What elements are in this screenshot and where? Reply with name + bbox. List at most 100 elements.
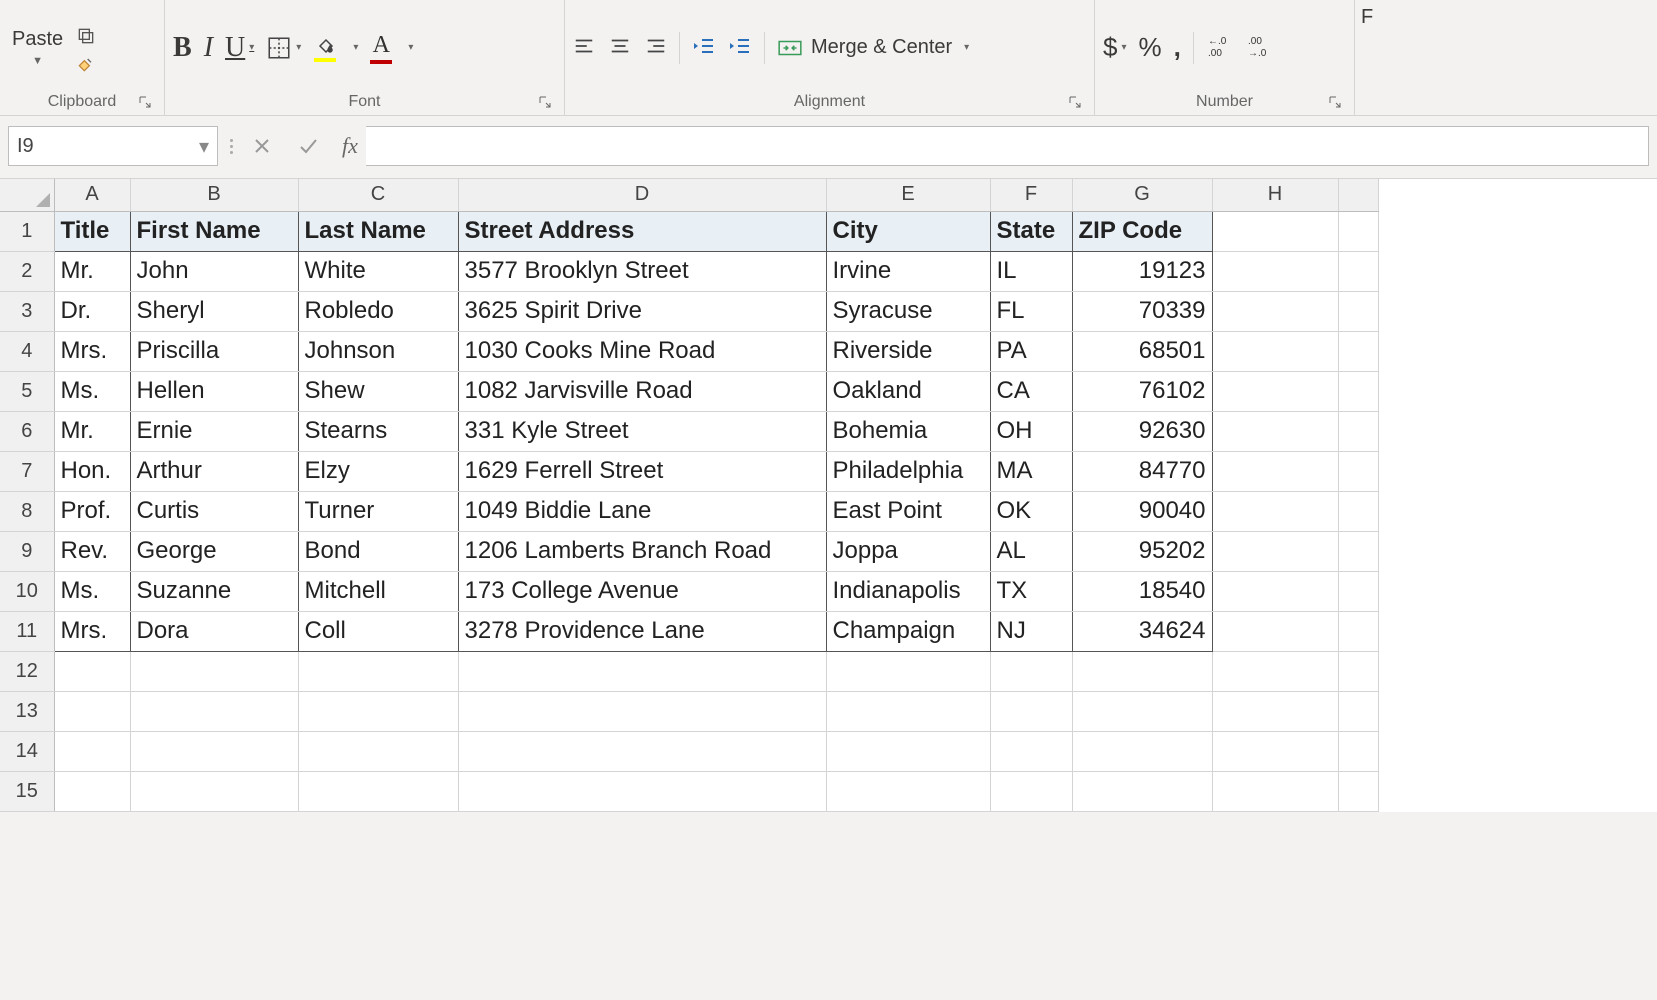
row-header[interactable]: 10 (0, 571, 54, 611)
cell[interactable] (1212, 331, 1338, 371)
cell[interactable] (1072, 691, 1212, 731)
row-header[interactable]: 14 (0, 731, 54, 771)
cell[interactable]: Arthur (130, 451, 298, 491)
chevron-down-icon[interactable]: ▾ (199, 134, 209, 159)
underline-button[interactable]: U▾ (225, 32, 254, 64)
row-header[interactable]: 11 (0, 611, 54, 651)
cell[interactable] (298, 731, 458, 771)
cell[interactable]: 19123 (1072, 251, 1212, 291)
cell[interactable] (1338, 491, 1378, 531)
cell[interactable] (826, 651, 990, 691)
cell[interactable]: East Point (826, 491, 990, 531)
cell[interactable]: 76102 (1072, 371, 1212, 411)
cell[interactable]: Bohemia (826, 411, 990, 451)
cell[interactable]: ZIP Code (1072, 211, 1212, 251)
alignment-dialog-launcher[interactable] (1068, 95, 1084, 111)
decrease-decimal-button[interactable]: .00→.0 (1246, 32, 1274, 63)
cell[interactable]: Prof. (54, 491, 130, 531)
font-color-button[interactable]: A (370, 32, 392, 64)
cell[interactable]: Street Address (458, 211, 826, 251)
cell[interactable]: Champaign (826, 611, 990, 651)
cell[interactable]: 1206 Lamberts Branch Road (458, 531, 826, 571)
cell[interactable] (826, 771, 990, 811)
cell[interactable] (54, 691, 130, 731)
cell[interactable] (458, 771, 826, 811)
cell[interactable]: 1049 Biddie Lane (458, 491, 826, 531)
cell[interactable]: Ms. (54, 571, 130, 611)
cell[interactable] (1338, 611, 1378, 651)
increase-decimal-button[interactable]: ←.0.00 (1206, 32, 1234, 63)
cell[interactable]: PA (990, 331, 1072, 371)
cell[interactable] (1212, 611, 1338, 651)
cell[interactable] (1212, 451, 1338, 491)
cell[interactable]: Shew (298, 371, 458, 411)
cell[interactable]: IL (990, 251, 1072, 291)
row-header[interactable]: 4 (0, 331, 54, 371)
cell[interactable] (1338, 371, 1378, 411)
cell[interactable]: 18540 (1072, 571, 1212, 611)
percent-button[interactable]: % (1139, 32, 1162, 63)
cell[interactable]: Dr. (54, 291, 130, 331)
cell[interactable] (1212, 371, 1338, 411)
cell[interactable]: State (990, 211, 1072, 251)
cell[interactable] (1338, 731, 1378, 771)
cell[interactable]: MA (990, 451, 1072, 491)
merge-center-button[interactable]: Merge & Center ▾ (777, 35, 969, 61)
cell[interactable]: Ernie (130, 411, 298, 451)
chevron-down-icon[interactable]: ▾ (353, 42, 358, 53)
cell[interactable] (1338, 331, 1378, 371)
cell[interactable]: 3625 Spirit Drive (458, 291, 826, 331)
number-dialog-launcher[interactable] (1328, 95, 1344, 111)
cell[interactable] (130, 691, 298, 731)
cell[interactable] (1072, 651, 1212, 691)
cell[interactable]: Mrs. (54, 611, 130, 651)
cancel-formula-button[interactable] (244, 128, 280, 164)
chevron-down-icon[interactable]: ▾ (964, 42, 969, 53)
cell[interactable]: Dora (130, 611, 298, 651)
cell[interactable] (1212, 531, 1338, 571)
enter-formula-button[interactable] (290, 128, 326, 164)
cell[interactable] (1212, 731, 1338, 771)
cell[interactable]: Johnson (298, 331, 458, 371)
insert-function-button[interactable]: fx (336, 133, 364, 159)
cell[interactable]: Title (54, 211, 130, 251)
select-all-cell[interactable] (0, 179, 54, 211)
bold-button[interactable]: B (173, 32, 192, 64)
cell[interactable]: Indianapolis (826, 571, 990, 611)
column-header[interactable]: H (1212, 179, 1338, 211)
cell[interactable]: Hon. (54, 451, 130, 491)
cell[interactable] (1212, 651, 1338, 691)
row-header[interactable]: 13 (0, 691, 54, 731)
cell[interactable] (1338, 291, 1378, 331)
spreadsheet-grid[interactable]: ABCDEFGH 1TitleFirst NameLast NameStreet… (0, 179, 1657, 812)
cell[interactable] (826, 691, 990, 731)
chevron-down-icon[interactable]: ▾ (408, 42, 413, 53)
row-header[interactable]: 2 (0, 251, 54, 291)
cell[interactable]: Curtis (130, 491, 298, 531)
chevron-down-icon[interactable]: ▼ (32, 55, 43, 67)
cell[interactable]: Robledo (298, 291, 458, 331)
drag-handle-icon[interactable] (228, 139, 234, 154)
cell[interactable]: 70339 (1072, 291, 1212, 331)
cell[interactable]: Mitchell (298, 571, 458, 611)
cell[interactable]: 3577 Brooklyn Street (458, 251, 826, 291)
cell[interactable] (130, 731, 298, 771)
row-header[interactable]: 1 (0, 211, 54, 251)
chevron-down-icon[interactable]: ▾ (249, 42, 254, 53)
cell[interactable]: 84770 (1072, 451, 1212, 491)
cell[interactable]: 3278 Providence Lane (458, 611, 826, 651)
cell[interactable]: Mrs. (54, 331, 130, 371)
cell[interactable]: Syracuse (826, 291, 990, 331)
cell[interactable] (1338, 771, 1378, 811)
row-header[interactable]: 6 (0, 411, 54, 451)
cell[interactable] (1338, 211, 1378, 251)
row-header[interactable]: 7 (0, 451, 54, 491)
copy-icon[interactable] (75, 25, 97, 47)
fill-color-button[interactable] (313, 33, 337, 62)
cell[interactable]: Sheryl (130, 291, 298, 331)
cell[interactable] (1338, 451, 1378, 491)
cell[interactable]: TX (990, 571, 1072, 611)
column-header[interactable]: B (130, 179, 298, 211)
cell[interactable] (54, 651, 130, 691)
cell[interactable]: Riverside (826, 331, 990, 371)
